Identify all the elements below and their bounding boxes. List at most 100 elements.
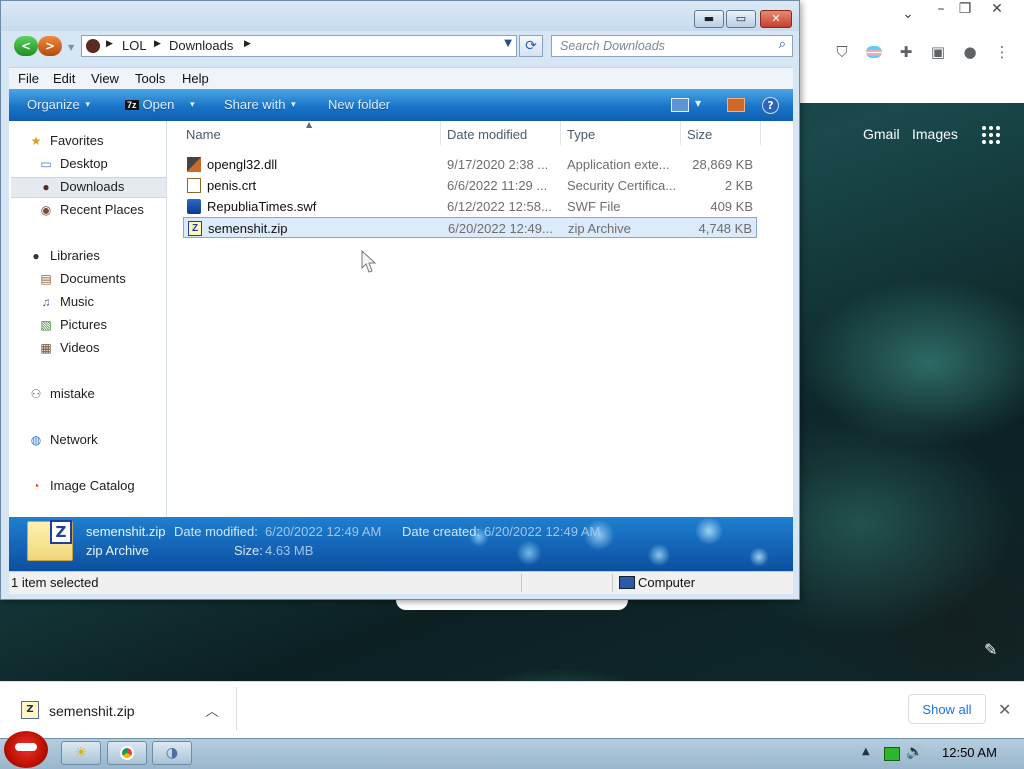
refresh-icon[interactable]: ⟳	[519, 35, 543, 57]
profile-avatar-icon[interactable]: ●	[960, 42, 980, 62]
zip-archive-large-icon	[27, 520, 73, 561]
menu-view[interactable]: View	[91, 71, 119, 86]
file-row[interactable]: RepubliaTimes.swf 6/12/2022 12:58... SWF…	[183, 196, 757, 217]
explorer-titlebar[interactable]	[1, 1, 799, 31]
column-divider[interactable]	[560, 121, 561, 145]
share-with-button[interactable]: Share with ▼	[224, 97, 297, 112]
taskbar-chrome-button[interactable]	[107, 741, 147, 765]
nav-mistake-label: mistake	[50, 386, 95, 401]
status-divider	[612, 574, 613, 592]
maximize-button[interactable]: ▭	[726, 10, 756, 28]
taskbar-app-button[interactable]: ◑	[152, 741, 192, 765]
music-icon: ♫	[41, 295, 51, 309]
nav-downloads-label: Downloads	[60, 179, 125, 194]
nav-image-catalog-label: Image Catalog	[50, 478, 135, 493]
search-input[interactable]	[560, 38, 760, 54]
menu-help[interactable]: Help	[182, 71, 209, 86]
nav-desktop-label: Desktop	[60, 156, 108, 171]
taskbar-explorer-button[interactable]: ☀	[61, 741, 101, 765]
organize-button[interactable]: Organize ▼	[27, 97, 92, 112]
details-date-modified[interactable]: 6/20/2022 12:49 AM	[265, 524, 381, 539]
taskbar-clock[interactable]: 12:50 AM	[942, 745, 997, 760]
status-location: Computer	[638, 575, 696, 590]
preview-pane-icon[interactable]	[727, 98, 745, 112]
menu-tools[interactable]: Tools	[135, 71, 165, 86]
forward-arrow-icon[interactable]: >	[38, 36, 62, 56]
chrome-tab-search-chevron-icon[interactable]: ⌄	[895, 5, 921, 23]
breadcrumb-separator-icon[interactable]: ▶	[154, 39, 161, 49]
minimize-button[interactable]: ▬	[694, 10, 724, 28]
chrome-menu-icon[interactable]: ⋮	[992, 42, 1012, 62]
file-date: 9/17/2020 2:38 ...	[447, 157, 549, 172]
column-header-date-modified[interactable]: Date modified	[447, 127, 527, 145]
images-link[interactable]: Images	[912, 126, 958, 142]
status-divider	[521, 574, 522, 592]
details-size: 4.63 MB	[265, 543, 314, 558]
help-icon[interactable]: ?	[762, 97, 779, 114]
show-all-button[interactable]: Show all	[908, 694, 986, 724]
recent-pages-chevron-icon[interactable]: ▼	[68, 43, 74, 52]
open-button[interactable]: 7z Open ▼	[125, 97, 196, 112]
column-header-name[interactable]: Name	[186, 127, 221, 145]
column-header-size[interactable]: Size	[687, 127, 712, 145]
details-date-created[interactable]: 6/20/2022 12:49 AM	[484, 524, 600, 539]
file-name: opengl32.dll	[207, 157, 278, 172]
nav-buttons: < >	[14, 36, 64, 56]
file-size: 4,748 KB	[698, 221, 753, 236]
chrome-close-button[interactable]: ✕	[984, 0, 1010, 18]
close-downloads-bar-icon[interactable]: ✕	[998, 700, 1011, 719]
address-dropdown-chevron-icon[interactable]: ▼	[504, 38, 512, 49]
breadcrumb-separator-icon[interactable]: ▶	[106, 39, 113, 49]
breadcrumb-lol[interactable]: LOL	[122, 38, 147, 53]
column-divider[interactable]	[760, 121, 761, 145]
chrome-minimize-button[interactable]: –	[928, 0, 954, 18]
menu-edit[interactable]: Edit	[53, 71, 75, 86]
menu-file[interactable]: File	[18, 71, 39, 86]
file-row[interactable]: penis.crt 6/6/2022 11:29 ... Security Ce…	[183, 175, 757, 196]
chrome-restore-button[interactable]: ❐	[952, 0, 978, 18]
folder-bug-icon	[86, 39, 100, 53]
column-divider[interactable]	[440, 121, 441, 145]
back-arrow-icon[interactable]: <	[14, 36, 38, 56]
downloads-divider	[236, 687, 237, 731]
explorer-window: ▬ ▭ ✕ < > ▼ ▶ LOL ▶ Downloads ▶ ▼ ⟳ ⌕ Fi…	[0, 0, 800, 600]
breadcrumb-separator-icon[interactable]: ▶	[244, 39, 251, 49]
search-icon[interactable]: ⌕	[779, 37, 786, 52]
battery-icon[interactable]	[884, 747, 900, 761]
change-view-icon[interactable]	[671, 98, 689, 112]
extensions-puzzle-icon[interactable]: ✚	[896, 42, 916, 62]
file-size: 409 KB	[710, 199, 753, 214]
close-button[interactable]: ✕	[760, 10, 792, 28]
chrome-toolbar-area: ⌄ – ❐ ✕ ⛉ ✚ ▣ ● ⋮	[800, 0, 1024, 103]
download-options-chevron-icon[interactable]: ︿	[205, 701, 219, 721]
share-with-chevron-icon: ▼	[289, 100, 298, 109]
view-options-chevron-icon[interactable]: ▼	[695, 99, 701, 108]
details-file-name: semenshit.zip	[86, 524, 166, 539]
file-row[interactable]: opengl32.dll 9/17/2020 2:38 ... Applicat…	[183, 154, 757, 175]
side-panel-icon[interactable]: ▣	[928, 42, 948, 62]
new-folder-button[interactable]: New folder	[328, 97, 390, 112]
ublock-extension-icon[interactable]: ⛉	[832, 42, 852, 62]
volume-icon[interactable]: 🔊	[906, 744, 923, 760]
show-hidden-icons-icon[interactable]: ▲	[862, 746, 870, 757]
customize-pencil-icon[interactable]: ✎	[984, 640, 997, 659]
file-row-selected[interactable]: Z semenshit.zip 6/20/2022 12:49... zip A…	[183, 217, 757, 238]
flag-extension-icon[interactable]	[864, 42, 884, 62]
status-bar: 1 item selected Computer	[9, 571, 793, 594]
organize-chevron-icon: ▼	[83, 100, 92, 109]
download-item-name[interactable]: semenshit.zip	[49, 703, 135, 719]
breadcrumb-downloads[interactable]: Downloads	[169, 38, 233, 53]
nav-documents-label: Documents	[60, 271, 126, 286]
column-divider[interactable]	[680, 121, 681, 145]
computer-icon	[619, 576, 635, 589]
search-box[interactable]: ⌕	[551, 35, 793, 57]
file-name: penis.crt	[207, 178, 257, 193]
address-bar[interactable]: ▶ LOL ▶ Downloads ▶ ▼	[81, 35, 517, 57]
certificate-icon	[187, 178, 201, 193]
start-button-angry-bird-icon[interactable]	[4, 731, 48, 768]
documents-icon: ▤	[40, 272, 52, 286]
gmail-link[interactable]: Gmail	[863, 126, 900, 142]
star-icon: ★	[30, 134, 42, 148]
google-apps-icon[interactable]	[982, 126, 1000, 144]
column-header-type[interactable]: Type	[567, 127, 595, 145]
